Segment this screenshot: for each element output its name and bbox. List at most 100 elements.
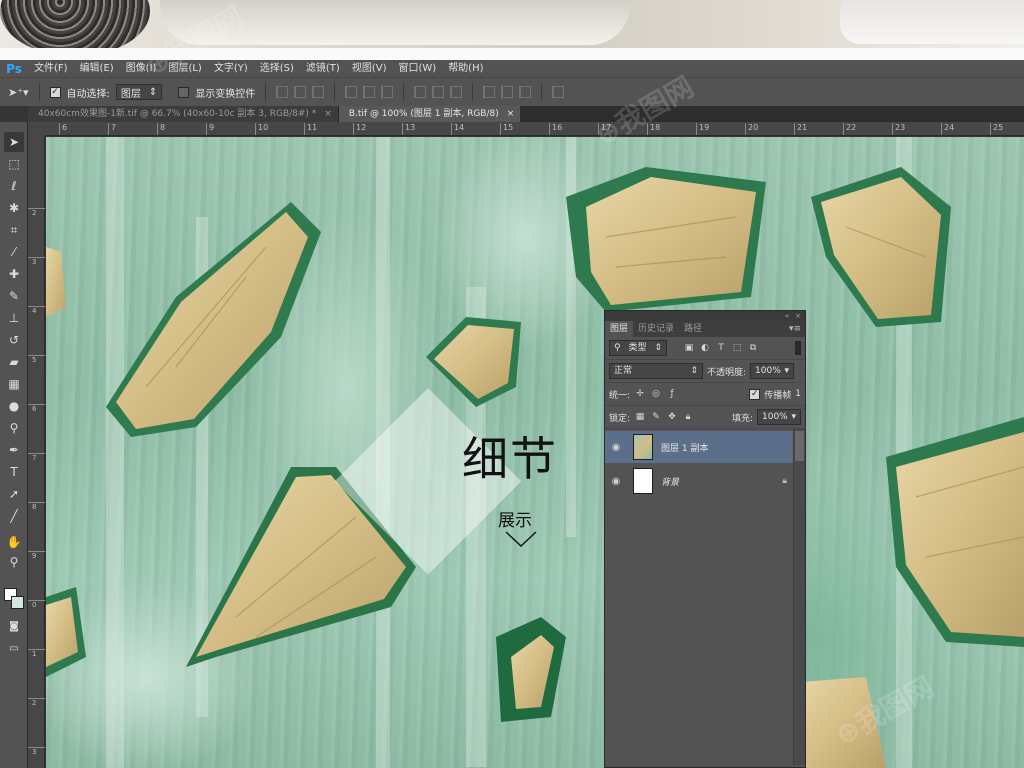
panel-menu-icon[interactable]: ▾≡ bbox=[789, 321, 805, 337]
unify-position-icon[interactable]: ✢ bbox=[634, 388, 646, 400]
opacity-field[interactable]: 100% ▾ bbox=[750, 363, 795, 379]
unify-row: 统一: ✢ ◎ ƒ ✓ 传播帧 1 bbox=[605, 383, 805, 406]
move-tool-preset-icon[interactable]: ➤⁺▾ bbox=[8, 86, 29, 99]
lock-row: 锁定: ▦ ✎ ✥ 🔒︎ 填充: 100% ▾ bbox=[605, 406, 805, 429]
lock-transparent-icon[interactable]: ▦ bbox=[634, 411, 646, 423]
menu-edit[interactable]: 编辑(E) bbox=[74, 60, 120, 77]
crop-tool-icon[interactable]: ⌗ bbox=[4, 220, 24, 240]
scrollbar-thumb[interactable] bbox=[795, 431, 804, 461]
distribute-left-icon[interactable] bbox=[483, 86, 496, 98]
layer-row-selected[interactable]: ◉ 图层 1 副本 bbox=[605, 431, 795, 463]
close-icon[interactable]: × bbox=[507, 106, 515, 122]
ruler-tick-label: 21 bbox=[794, 123, 807, 135]
auto-select-checkbox[interactable]: ✓ bbox=[49, 86, 61, 98]
align-left-icon[interactable] bbox=[345, 86, 358, 98]
clone-stamp-tool-icon[interactable]: ⊥ bbox=[4, 308, 24, 328]
auto-select-dropdown[interactable]: 图层 ⇕ bbox=[115, 84, 163, 100]
ruler-tick-label: 9 bbox=[28, 551, 45, 560]
fill-field[interactable]: 100% ▾ bbox=[757, 409, 801, 425]
distribute-vcenter-icon[interactable] bbox=[432, 86, 445, 98]
eraser-tool-icon[interactable]: ▰ bbox=[4, 352, 24, 372]
auto-align-icon[interactable] bbox=[552, 86, 565, 98]
pen-tool-icon[interactable]: ✒ bbox=[4, 440, 24, 460]
unify-visibility-icon[interactable]: ◎ bbox=[650, 388, 662, 400]
lock-position-icon[interactable]: ✥ bbox=[666, 411, 678, 423]
filter-smartobject-icon[interactable]: ⧉ bbox=[747, 342, 759, 354]
quick-mask-icon[interactable]: ◙ bbox=[4, 616, 24, 636]
blend-mode-dropdown[interactable]: 正常 ⇕ bbox=[609, 363, 703, 379]
menu-layer[interactable]: 图层(L) bbox=[162, 60, 207, 77]
propagate-frame-label: 传播帧 bbox=[764, 390, 792, 401]
menu-filter[interactable]: 滤镜(T) bbox=[300, 60, 346, 77]
healing-brush-tool-icon[interactable]: ✚ bbox=[4, 264, 24, 284]
menu-help[interactable]: 帮助(H) bbox=[442, 60, 489, 77]
ruler-origin[interactable] bbox=[28, 122, 45, 136]
filter-adjustment-icon[interactable]: ◐ bbox=[699, 342, 711, 354]
brush-tool-icon[interactable]: ✎ bbox=[4, 286, 24, 306]
menu-type[interactable]: 文字(Y) bbox=[208, 60, 254, 77]
ruler-tick-label: 10 bbox=[255, 123, 268, 135]
align-vcenter-icon[interactable] bbox=[294, 86, 307, 98]
lock-all-icon[interactable]: 🔒︎ bbox=[682, 411, 694, 423]
filter-toggle[interactable] bbox=[795, 341, 801, 355]
marquee-tool-icon[interactable]: ⬚ bbox=[4, 154, 24, 174]
hand-tool-icon[interactable]: ✋ bbox=[4, 532, 24, 552]
menu-file[interactable]: 文件(F) bbox=[28, 60, 74, 77]
distribute-right-icon[interactable] bbox=[519, 86, 532, 98]
fill-value: 100% bbox=[762, 412, 788, 422]
move-tool-icon[interactable]: ➤ bbox=[4, 132, 24, 152]
layer-row-background[interactable]: ◉ 背景 🔒︎ bbox=[605, 465, 795, 497]
dodge-tool-icon[interactable]: ⚲ bbox=[4, 418, 24, 438]
align-hcenter-icon[interactable] bbox=[363, 86, 376, 98]
menu-window[interactable]: 窗口(W) bbox=[392, 60, 442, 77]
align-top-icon[interactable] bbox=[276, 86, 289, 98]
ruler-tick-label: 0 bbox=[28, 600, 45, 609]
path-selection-tool-icon[interactable]: ➚ bbox=[4, 484, 24, 504]
layer-list-scrollbar[interactable] bbox=[793, 429, 805, 765]
gradient-tool-icon[interactable]: ▦ bbox=[4, 374, 24, 394]
menu-view[interactable]: 视图(V) bbox=[346, 60, 393, 77]
distribute-hcenter-icon[interactable] bbox=[501, 86, 514, 98]
unify-style-icon[interactable]: ƒ bbox=[666, 388, 678, 400]
type-tool-icon[interactable]: T bbox=[4, 462, 24, 482]
history-brush-tool-icon[interactable]: ↺ bbox=[4, 330, 24, 350]
magic-wand-tool-icon[interactable]: ✱ bbox=[4, 198, 24, 218]
show-transform-checkbox[interactable] bbox=[178, 86, 190, 98]
chevron-down-icon[interactable]: ▾ bbox=[791, 410, 796, 424]
filter-type-icon[interactable]: T bbox=[715, 342, 727, 354]
ruler-tick-label: 7 bbox=[108, 123, 116, 135]
eye-icon[interactable]: ◉ bbox=[605, 476, 627, 487]
divider bbox=[541, 83, 543, 101]
tab-document-2[interactable]: B.tif @ 100% (图层 1 副本, RGB/8) × bbox=[338, 106, 522, 122]
menu-image[interactable]: 图像(I) bbox=[120, 60, 163, 77]
align-right-icon[interactable] bbox=[381, 86, 394, 98]
eye-icon[interactable]: ◉ bbox=[605, 442, 627, 453]
background-color-swatch[interactable] bbox=[11, 596, 24, 609]
lock-label: 锁定: bbox=[609, 413, 631, 424]
tab-history[interactable]: 历史记录 bbox=[633, 321, 679, 337]
filter-pixel-icon[interactable]: ▣ bbox=[683, 342, 695, 354]
menu-select[interactable]: 选择(S) bbox=[254, 60, 300, 77]
chevron-down-icon[interactable]: ▾ bbox=[785, 364, 790, 378]
tab-layers[interactable]: 图层 bbox=[605, 321, 634, 337]
eyedropper-tool-icon[interactable]: ⁄ bbox=[4, 242, 24, 262]
blur-tool-icon[interactable]: ● bbox=[4, 396, 24, 416]
line-tool-icon[interactable]: ╱ bbox=[4, 506, 24, 526]
lock-image-icon[interactable]: ✎ bbox=[650, 411, 662, 423]
align-bottom-icon[interactable] bbox=[312, 86, 325, 98]
auto-select-label: 自动选择: bbox=[66, 88, 110, 100]
propagate-frame-checkbox[interactable]: ✓ bbox=[749, 388, 761, 400]
filter-shape-icon[interactable]: ⬚ bbox=[731, 342, 743, 354]
collapse-icon[interactable]: « bbox=[785, 312, 789, 320]
lasso-tool-icon[interactable]: ℓ bbox=[4, 176, 24, 196]
tab-paths[interactable]: 路径 bbox=[679, 321, 707, 337]
opacity-value: 100% bbox=[755, 366, 781, 376]
distribute-bottom-icon[interactable] bbox=[450, 86, 463, 98]
close-icon[interactable]: × bbox=[795, 312, 801, 320]
close-icon[interactable]: × bbox=[324, 106, 332, 122]
distribute-top-icon[interactable] bbox=[414, 86, 427, 98]
zoom-tool-icon[interactable]: ⚲ bbox=[4, 552, 24, 572]
screen-mode-icon[interactable]: ▭ bbox=[4, 638, 24, 658]
filter-type-dropdown[interactable]: ⚲ 类型 ⇕ bbox=[609, 340, 667, 356]
tab-document-1[interactable]: 40x60cm效果图-1新.tif @ 66.7% (40x60-10c 副本 … bbox=[28, 106, 339, 122]
